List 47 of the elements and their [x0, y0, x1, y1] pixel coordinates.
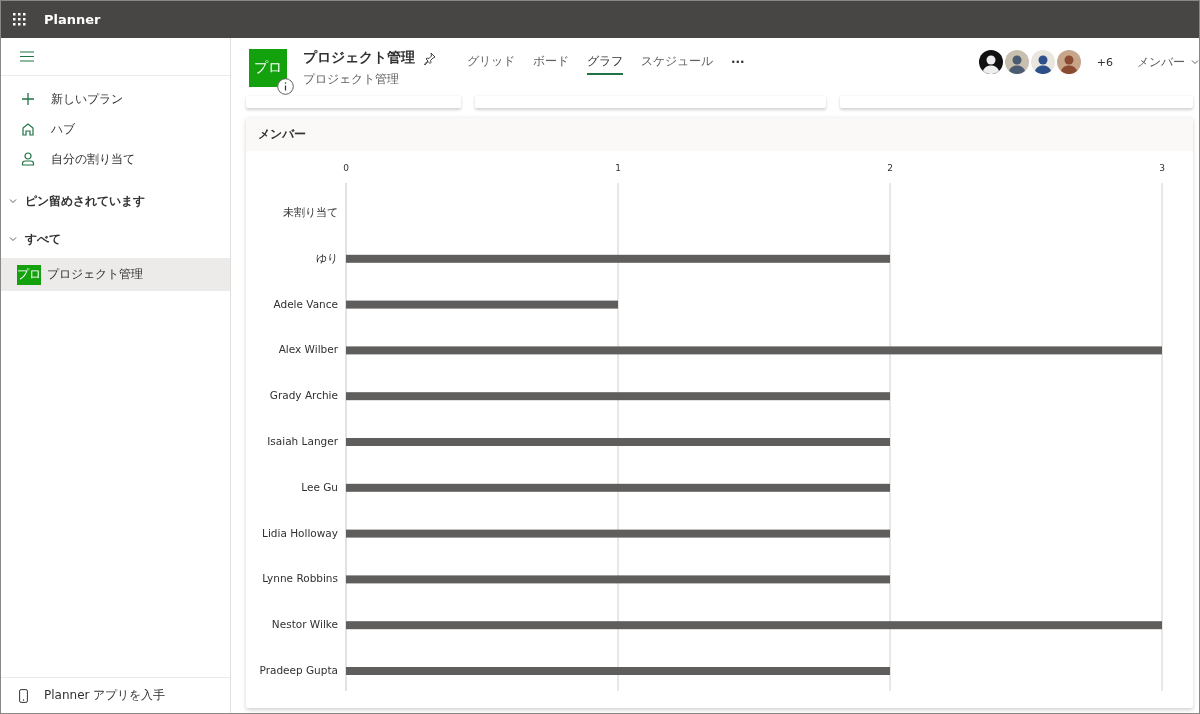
category-label: Alex Wilber — [278, 343, 338, 356]
category-label: Adele Vance — [273, 297, 338, 310]
phone-icon — [19, 688, 28, 703]
pin-icon[interactable] — [423, 51, 436, 65]
person-icon — [21, 152, 35, 166]
avatar-icon[interactable] — [978, 50, 1003, 74]
view-tab[interactable]: グラフ — [587, 49, 623, 75]
axis-tick-label: 1 — [615, 163, 621, 173]
menu-icon[interactable] — [20, 51, 34, 62]
category-label: Grady Archie — [269, 389, 338, 402]
nav-item[interactable]: 新しいプラン — [1, 84, 230, 114]
plan-badge: プロ — [249, 49, 287, 87]
category-label: Lynne Robbins — [262, 572, 338, 585]
members-button[interactable]: メンバー — [1137, 53, 1199, 71]
section-header[interactable]: ピン留めされています — [25, 193, 145, 209]
view-tab[interactable]: スケジュール — [641, 49, 713, 75]
member-count[interactable]: +6 — [1096, 55, 1113, 69]
nav-item[interactable]: 自分の割り当て — [1, 144, 230, 174]
category-label: Lidia Holloway — [262, 526, 338, 539]
section-header[interactable]: すべて — [25, 231, 61, 247]
category-label: Pradeep Gupta — [259, 664, 338, 676]
avatar-icon[interactable] — [1030, 50, 1055, 74]
category-label: ゆり — [316, 251, 338, 264]
plan-subtitle: プロジェクト管理 — [303, 71, 400, 88]
plan-item[interactable]: プロ プロジェクト管理 — [1, 258, 230, 291]
axis-tick-label: 0 — [343, 163, 349, 173]
nav-item[interactable]: ハブ — [1, 114, 230, 144]
panel-title: メンバー — [258, 127, 306, 142]
axis-tick-label: 2 — [887, 163, 893, 173]
app-launcher-icon[interactable] — [13, 13, 26, 26]
app-title: Planner — [44, 12, 101, 27]
plus-icon — [21, 92, 35, 106]
category-label: 未割り当て — [283, 206, 338, 218]
category-label: Lee Gu — [301, 480, 338, 493]
view-tab[interactable]: ボード — [533, 49, 569, 75]
plan-title: プロジェクト管理 — [303, 49, 415, 67]
info-icon[interactable] — [277, 78, 294, 95]
category-label: Isaiah Langer — [267, 435, 338, 447]
category-label: Nestor Wilke — [271, 618, 338, 631]
plan-badge: プロ — [17, 264, 41, 285]
view-tab[interactable]: グリッド — [467, 49, 515, 75]
more-button[interactable]: ··· — [731, 55, 745, 69]
get-app-link[interactable]: Planner アプリを入手 — [1, 677, 230, 713]
avatar-icon[interactable] — [1056, 50, 1081, 74]
home-icon — [21, 122, 35, 136]
avatar-icon[interactable] — [1004, 50, 1029, 74]
axis-tick-label: 3 — [1159, 163, 1165, 173]
